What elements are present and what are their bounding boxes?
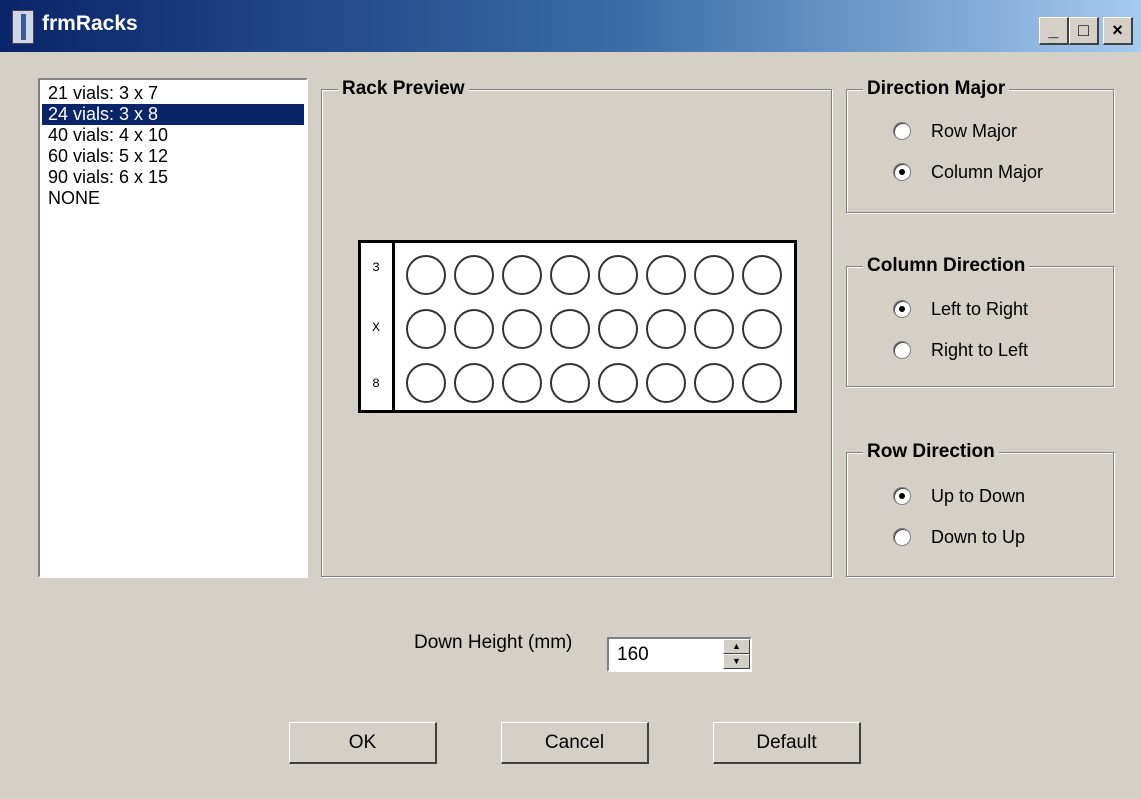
direction-major-group: Direction Major Row Major Column Major xyxy=(846,78,1114,213)
ok-button[interactable]: OK xyxy=(289,722,437,764)
rack-list-item[interactable]: 40 vials: 4 x 10 xyxy=(42,125,304,146)
spin-up-icon[interactable]: ▲ xyxy=(723,639,750,654)
vial-position xyxy=(742,309,782,349)
rack-list[interactable]: 21 vials: 3 x 7 24 vials: 3 x 8 40 vials… xyxy=(38,78,308,578)
vial-position xyxy=(454,309,494,349)
vial-position xyxy=(406,255,446,295)
vial-position xyxy=(646,255,686,295)
vial-position xyxy=(406,309,446,349)
radio-button[interactable] xyxy=(893,487,911,505)
vial-position xyxy=(598,255,638,295)
radio-button[interactable] xyxy=(893,300,911,318)
radio-label: Down to Up xyxy=(931,527,1026,547)
vial-position xyxy=(502,363,542,403)
vial-position xyxy=(742,255,782,295)
column-direction-group: Column Direction Left to Right Right to … xyxy=(846,255,1114,387)
title-bar[interactable]: frmRacks _ □ × xyxy=(0,0,1141,52)
radio-button[interactable] xyxy=(893,122,911,140)
window-title: frmRacks xyxy=(42,12,138,35)
rack-divider xyxy=(392,243,395,410)
radio-label: Column Major xyxy=(931,162,1044,182)
rack-list-item[interactable]: 21 vials: 3 x 7 xyxy=(42,83,304,104)
vial-position xyxy=(694,363,734,403)
vial-position xyxy=(598,363,638,403)
radio-button[interactable] xyxy=(893,528,911,546)
down-height-spinner[interactable]: ▲ ▼ xyxy=(607,637,752,672)
radio-label: Up to Down xyxy=(931,486,1026,506)
rack-side-label-cols: 8 xyxy=(372,376,380,391)
row-direction-title: Row Direction xyxy=(863,441,999,463)
vial-position xyxy=(502,309,542,349)
down-height-input[interactable] xyxy=(609,639,725,670)
vial-position xyxy=(742,363,782,403)
spin-down-icon[interactable]: ▼ xyxy=(723,654,750,669)
radio-button[interactable] xyxy=(893,163,911,181)
rack-list-item[interactable]: NONE xyxy=(42,188,304,209)
rack-list-item[interactable]: 24 vials: 3 x 8 xyxy=(42,104,304,125)
rack-side-label-x: X xyxy=(372,320,380,335)
radio-label: Row Major xyxy=(931,121,1018,141)
vial-position xyxy=(646,363,686,403)
close-button[interactable]: × xyxy=(1103,17,1133,45)
vial-position xyxy=(694,309,734,349)
vial-position xyxy=(454,363,494,403)
radio-label: Left to Right xyxy=(931,299,1029,319)
radio-label: Right to Left xyxy=(931,340,1029,360)
default-button[interactable]: Default xyxy=(713,722,861,764)
rack-list-item[interactable]: 60 vials: 5 x 12 xyxy=(42,146,304,167)
direction-major-title: Direction Major xyxy=(863,78,1010,100)
vial-position xyxy=(694,255,734,295)
maximize-button[interactable]: □ xyxy=(1069,17,1099,45)
row-direction-group: Row Direction Up to Down Down to Up xyxy=(846,441,1114,577)
minimize-button[interactable]: _ xyxy=(1039,17,1069,45)
vial-position xyxy=(550,363,590,403)
down-height-label: Down Height (mm) xyxy=(414,632,573,653)
vial-position xyxy=(454,255,494,295)
radio-button[interactable] xyxy=(893,341,911,359)
vial-position xyxy=(646,309,686,349)
rack-list-item[interactable]: 90 vials: 6 x 15 xyxy=(42,167,304,188)
rack-preview-title: Rack Preview xyxy=(338,78,469,100)
column-direction-title: Column Direction xyxy=(863,255,1030,277)
rack-preview-diagram: 3 X 8 xyxy=(358,240,797,413)
vial-position xyxy=(502,255,542,295)
app-icon[interactable] xyxy=(12,10,34,44)
rack-side-label-rows: 3 xyxy=(372,260,380,275)
vial-position xyxy=(598,309,638,349)
vial-position xyxy=(406,363,446,403)
vial-position xyxy=(550,309,590,349)
vial-position xyxy=(550,255,590,295)
cancel-button[interactable]: Cancel xyxy=(501,722,649,764)
